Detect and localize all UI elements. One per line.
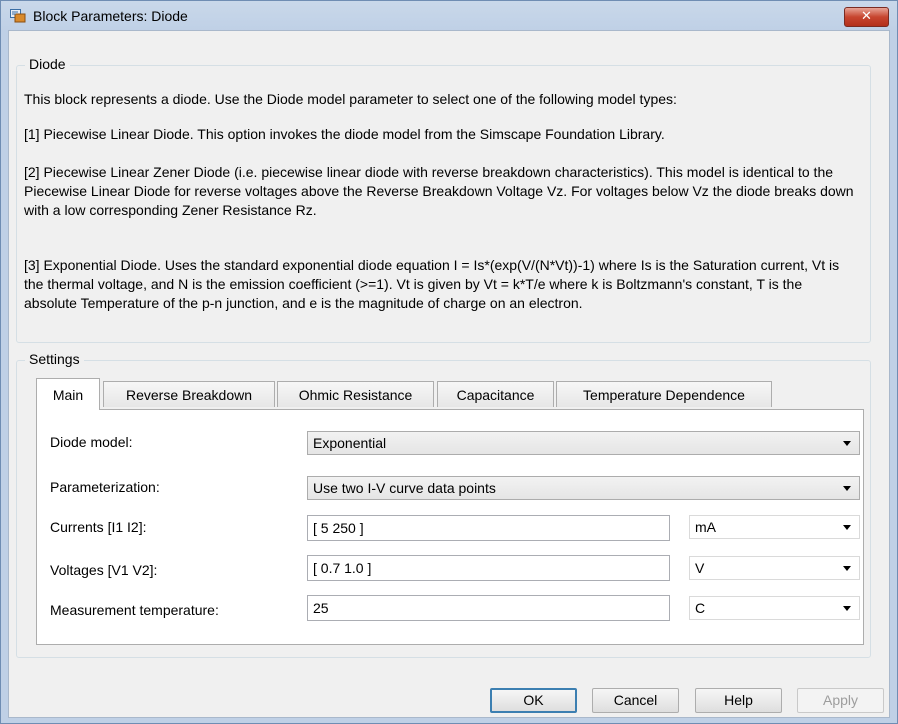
help-button[interactable]: Help — [695, 688, 782, 713]
diode-model-value: Exponential — [313, 435, 387, 451]
currents-unit-value: mA — [695, 519, 716, 535]
description-model-3: [3] Exponential Diode. Uses the standard… — [24, 257, 840, 311]
parameterization-dropdown[interactable]: Use two I-V curve data points — [307, 476, 860, 500]
parameterization-label: Parameterization: — [50, 479, 160, 495]
chevron-down-icon — [843, 606, 851, 611]
voltages-label: Voltages [V1 V2]: — [50, 562, 158, 578]
diode-model-label: Diode model: — [50, 434, 133, 450]
title-bar[interactable]: Block Parameters: Diode ✕ — [1, 1, 897, 31]
chevron-down-icon — [843, 486, 851, 491]
ok-button[interactable]: OK — [490, 688, 577, 713]
temperature-unit-dropdown[interactable]: C — [689, 596, 860, 620]
diode-model-dropdown[interactable]: Exponential — [307, 431, 860, 455]
description-model-1: [1] Piecewise Linear Diode. This option … — [24, 126, 665, 142]
description-model-2: [2] Piecewise Linear Zener Diode (i.e. p… — [24, 164, 854, 218]
voltages-input[interactable]: [ 0.7 1.0 ] — [307, 555, 670, 581]
simulink-block-icon — [10, 9, 26, 23]
chevron-down-icon — [843, 525, 851, 530]
close-button[interactable]: ✕ — [844, 7, 889, 27]
parameterization-value: Use two I-V curve data points — [313, 480, 496, 496]
cancel-button[interactable]: Cancel — [592, 688, 679, 713]
currents-input[interactable]: [ 5 250 ] — [307, 515, 670, 541]
tab-temperature-dependence[interactable]: Temperature Dependence — [556, 381, 772, 407]
currents-label: Currents [I1 I2]: — [50, 519, 147, 535]
tab-ohmic-resistance[interactable]: Ohmic Resistance — [277, 381, 434, 407]
window-title: Block Parameters: Diode — [33, 8, 188, 24]
tab-reverse-breakdown[interactable]: Reverse Breakdown — [103, 381, 275, 407]
chevron-down-icon — [843, 566, 851, 571]
tab-capacitance[interactable]: Capacitance — [437, 381, 554, 407]
currents-unit-dropdown[interactable]: mA — [689, 515, 860, 539]
description-intro: This block represents a diode. Use the D… — [24, 91, 677, 107]
temperature-label: Measurement temperature: — [50, 602, 219, 618]
temperature-unit-value: C — [695, 600, 706, 616]
voltages-unit-dropdown[interactable]: V — [689, 556, 860, 580]
apply-button[interactable]: Apply — [797, 688, 884, 713]
description-group-label: Diode — [25, 56, 70, 72]
settings-group-label: Settings — [25, 351, 84, 367]
temperature-input[interactable]: 25 — [307, 595, 670, 621]
voltages-unit-value: V — [695, 560, 705, 576]
close-icon: ✕ — [861, 9, 872, 24]
chevron-down-icon — [843, 441, 851, 446]
tab-main[interactable]: Main — [36, 378, 100, 410]
